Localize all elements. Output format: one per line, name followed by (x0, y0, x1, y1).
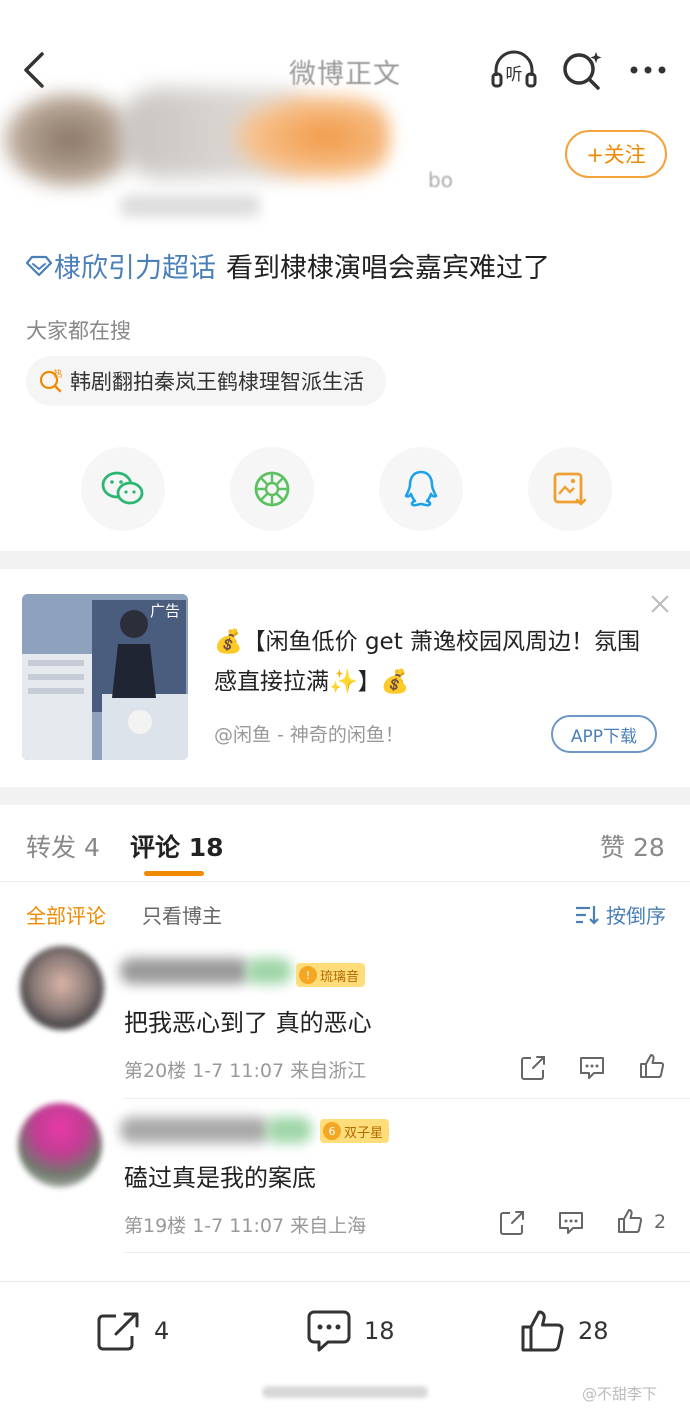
author-name-blur-2 (230, 92, 390, 182)
filter-all-comments[interactable]: 全部评论 (26, 900, 106, 929)
close-icon[interactable] (648, 592, 672, 616)
like-count: 2 (654, 1211, 667, 1233)
divider (124, 1252, 690, 1253)
comment-count: 18 (364, 1317, 395, 1345)
like-count-total: 28 (578, 1317, 609, 1345)
topic-label: 棣欣引力超话 (54, 253, 216, 284)
comment-meta: 第20楼 1-7 11:07 来自浙江 (124, 1060, 367, 1082)
divider (0, 881, 690, 882)
trending-query: 韩剧翻拍秦岚王鹤棣理智派生活 (70, 370, 364, 394)
badge-level-icon: 6 (323, 1122, 341, 1140)
follow-button[interactable]: +关注 (565, 130, 667, 178)
comment-username-blur-2 (246, 958, 292, 984)
comment-text: 磕过真是我的案底 (124, 1164, 316, 1192)
tab-comments[interactable]: 评论 18 (130, 828, 224, 864)
listen-icon[interactable]: 听 (490, 46, 538, 94)
ad-tag: 广告 (149, 602, 180, 620)
repost-count: 4 (154, 1317, 170, 1345)
ad-image[interactable]: 广告 (22, 594, 188, 760)
share-save-image-button[interactable] (528, 447, 612, 531)
reply-icon[interactable] (578, 1054, 606, 1082)
comment-username-blur-2 (266, 1117, 312, 1143)
save-image-icon (553, 472, 587, 506)
comment-meta: 第19楼 1-7 11:07 来自上海 (124, 1215, 367, 1237)
ad-source: @闲鱼 - 神奇的闲鱼！ (214, 724, 404, 746)
diamond-icon (26, 255, 52, 276)
share-wechat-button[interactable] (81, 447, 165, 531)
hot-search-icon: 热 (39, 368, 63, 393)
filter-owner-only[interactable]: 只看博主 (142, 900, 222, 929)
comment-text: 把我恶心到了 真的恶心 (124, 1009, 372, 1037)
app-download-button[interactable]: APP下载 (551, 715, 657, 753)
share-qq-button[interactable] (379, 447, 463, 531)
tab-repost[interactable]: 转发 4 (26, 828, 100, 864)
trending-search-chip[interactable]: 热 韩剧翻拍秦岚王鹤棣理智派生活 (26, 356, 386, 406)
like-icon[interactable] (638, 1052, 666, 1080)
post-text: 看到棣棣演唱会嘉宾难过了 (226, 253, 550, 284)
repost-button[interactable]: 4 (96, 1308, 169, 1354)
comment-username-blur[interactable] (120, 1117, 270, 1143)
more-icon[interactable] (624, 46, 672, 94)
fan-badge-label: 琉璃音 (320, 969, 360, 985)
topic-link[interactable]: 棣欣引力超话 (26, 246, 216, 285)
like-button[interactable]: 28 (520, 1308, 609, 1354)
search-icon[interactable] (558, 46, 606, 94)
listen-label: 听 (506, 65, 523, 85)
like-icon[interactable] (616, 1207, 644, 1235)
sort-button[interactable]: 按倒序 (574, 900, 666, 929)
sort-label: 按倒序 (606, 904, 666, 928)
share-comment-icon[interactable] (498, 1209, 526, 1237)
share-comment-icon[interactable] (519, 1054, 547, 1082)
tab-likes[interactable]: 赞 28 (600, 828, 665, 864)
fan-badge: ! 琉璃音 (296, 963, 366, 987)
active-tab-indicator (144, 871, 204, 876)
hot-badge: 热 (53, 368, 62, 380)
author-name-fragment: bo (428, 168, 453, 192)
badge-level-icon: ! (299, 966, 317, 984)
divider (124, 1098, 690, 1099)
reply-icon[interactable] (557, 1209, 585, 1237)
fan-badge-label: 双子星 (344, 1125, 384, 1141)
fan-badge: 6 双子星 (320, 1119, 390, 1143)
bottom-action-bar: 4 18 28 (0, 1281, 690, 1381)
qq-icon (404, 470, 438, 507)
comment-avatar[interactable] (20, 946, 104, 1030)
comment-button[interactable]: 18 (306, 1308, 395, 1354)
wechat-icon (101, 471, 144, 505)
home-indicator (262, 1386, 428, 1398)
author-meta-blur (120, 195, 260, 217)
section-separator (0, 551, 690, 569)
trending-label: 大家都在搜 (26, 319, 131, 343)
comment-avatar[interactable] (18, 1103, 102, 1187)
moments-icon (254, 471, 290, 507)
watermark: @不甜李下 (582, 1385, 658, 1403)
like-icon (521, 1310, 564, 1352)
sort-icon (576, 905, 599, 925)
share-moments-button[interactable] (230, 447, 314, 531)
section-separator (0, 787, 690, 805)
comment-username-blur[interactable] (120, 958, 250, 984)
author-avatar[interactable] (0, 90, 140, 190)
comment-icon (307, 1310, 351, 1352)
ad-title[interactable]: 💰【闲鱼低价 get 萧逸校园风周边！氛围感直接拉满✨】💰 (214, 622, 654, 702)
post-content: 棣欣引力超话 看到棣棣演唱会嘉宾难过了 (26, 246, 550, 285)
repost-icon (97, 1312, 139, 1351)
